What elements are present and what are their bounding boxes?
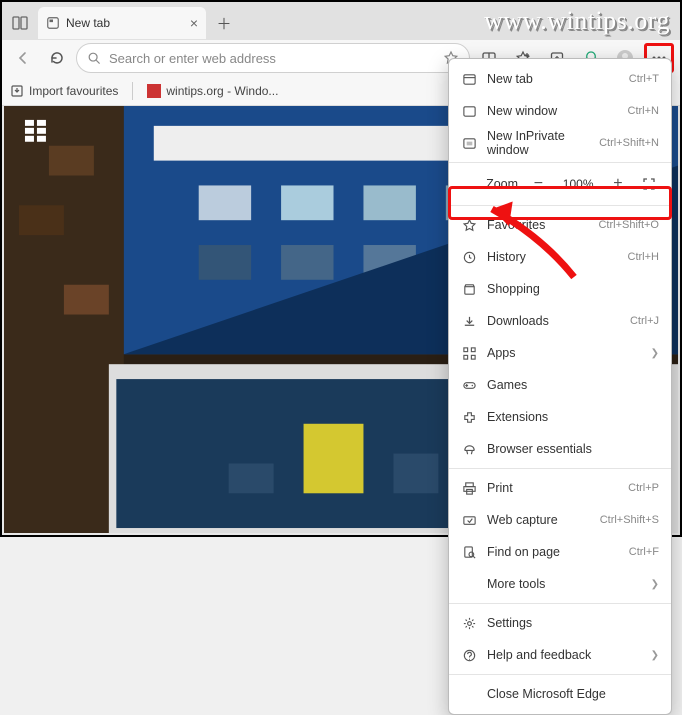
import-favourites-label: Import favourites bbox=[29, 84, 118, 98]
games-icon bbox=[461, 377, 477, 393]
menu-inprivate[interactable]: New InPrivate window Ctrl+Shift+N bbox=[449, 127, 671, 159]
menu-games-label: Games bbox=[487, 378, 659, 392]
menu-downloads-shortcut: Ctrl+J bbox=[630, 315, 659, 327]
zoom-in-button[interactable]: + bbox=[608, 173, 629, 195]
menu-close-edge-label: Close Microsoft Edge bbox=[487, 687, 659, 701]
extensions-icon bbox=[461, 409, 477, 425]
menu-new-window-label: New window bbox=[487, 104, 618, 118]
settings-icon bbox=[461, 615, 477, 631]
bookmarks-separator bbox=[132, 82, 133, 100]
menu-find-shortcut: Ctrl+F bbox=[629, 546, 659, 558]
menu-capture-label: Web capture bbox=[487, 513, 590, 527]
menu-print[interactable]: Print Ctrl+P bbox=[449, 472, 671, 504]
menu-zoom-row: Zoom − 100% + bbox=[449, 166, 671, 202]
essentials-icon bbox=[461, 441, 477, 457]
menu-print-shortcut: Ctrl+P bbox=[628, 482, 659, 494]
inprivate-icon bbox=[461, 135, 477, 151]
apps-icon bbox=[461, 345, 477, 361]
menu-extensions[interactable]: Extensions bbox=[449, 401, 671, 433]
newwindow-icon bbox=[461, 103, 477, 119]
favourites-menu-icon bbox=[461, 217, 477, 233]
import-favourites-button[interactable]: Import favourites bbox=[10, 84, 118, 98]
menu-downloads-label: Downloads bbox=[487, 314, 620, 328]
new-tab-button[interactable]: ＋ bbox=[210, 9, 238, 37]
menu-more-tools[interactable]: More tools ❯ bbox=[449, 568, 671, 600]
menu-favourites[interactable]: Favourites Ctrl+Shift+O bbox=[449, 209, 671, 241]
history-icon bbox=[461, 249, 477, 265]
menu-settings-label: Settings bbox=[487, 616, 659, 630]
newtab-icon bbox=[461, 71, 477, 87]
menu-new-tab-label: New tab bbox=[487, 72, 619, 86]
capture-icon bbox=[461, 512, 477, 528]
menu-essentials-label: Browser essentials bbox=[487, 442, 659, 456]
menu-separator bbox=[449, 603, 671, 604]
newtab-page-icon bbox=[46, 16, 60, 30]
menu-inprivate-shortcut: Ctrl+Shift+N bbox=[599, 137, 659, 149]
search-icon bbox=[87, 51, 101, 65]
address-placeholder: Search or enter web address bbox=[109, 51, 276, 66]
menu-games[interactable]: Games bbox=[449, 369, 671, 401]
fullscreen-button[interactable] bbox=[638, 173, 659, 195]
print-icon bbox=[461, 480, 477, 496]
menu-inprivate-label: New InPrivate window bbox=[487, 129, 589, 157]
zoom-pct: 100% bbox=[559, 177, 598, 191]
shopping-icon bbox=[461, 281, 477, 297]
chevron-right-icon: ❯ bbox=[651, 579, 659, 590]
tab-actions-icon[interactable] bbox=[6, 9, 34, 37]
menu-new-tab-shortcut: Ctrl+T bbox=[629, 73, 659, 85]
menu-find[interactable]: Find on page Ctrl+F bbox=[449, 536, 671, 568]
back-button[interactable] bbox=[8, 43, 38, 73]
chevron-right-icon: ❯ bbox=[651, 348, 659, 359]
wintips-favicon bbox=[147, 84, 161, 98]
menu-essentials[interactable]: Browser essentials bbox=[449, 433, 671, 465]
menu-new-window-shortcut: Ctrl+N bbox=[628, 105, 659, 117]
menu-new-tab[interactable]: New tab Ctrl+T bbox=[449, 63, 671, 95]
menu-capture[interactable]: Web capture Ctrl+Shift+S bbox=[449, 504, 671, 536]
menu-help-label: Help and feedback bbox=[487, 648, 641, 662]
settings-menu: New tab Ctrl+T New window Ctrl+N New InP… bbox=[448, 58, 672, 715]
menu-help[interactable]: Help and feedback ❯ bbox=[449, 639, 671, 671]
menu-shopping[interactable]: Shopping bbox=[449, 273, 671, 305]
menu-favourites-label: Favourites bbox=[487, 218, 588, 232]
zoom-out-button[interactable]: − bbox=[528, 173, 549, 195]
tab-bar: New tab × ＋ bbox=[2, 2, 680, 40]
import-icon bbox=[10, 84, 24, 98]
tab-title: New tab bbox=[66, 16, 110, 30]
browser-window: { "watermark": "www.wintips.org", "tab":… bbox=[0, 0, 682, 537]
menu-history-shortcut: Ctrl+H bbox=[628, 251, 659, 263]
bookmark-wintips-label: wintips.org - Windo... bbox=[166, 84, 278, 98]
menu-shopping-label: Shopping bbox=[487, 282, 659, 296]
menu-capture-shortcut: Ctrl+Shift+S bbox=[600, 514, 659, 526]
menu-close-edge[interactable]: Close Microsoft Edge bbox=[449, 678, 671, 710]
menu-print-label: Print bbox=[487, 481, 618, 495]
menu-separator bbox=[449, 468, 671, 469]
menu-separator bbox=[449, 162, 671, 163]
close-tab-icon[interactable]: × bbox=[190, 15, 198, 31]
menu-zoom-label: Zoom bbox=[486, 177, 518, 191]
menu-history[interactable]: History Ctrl+H bbox=[449, 241, 671, 273]
help-icon bbox=[461, 647, 477, 663]
menu-downloads[interactable]: Downloads Ctrl+J bbox=[449, 305, 671, 337]
menu-apps[interactable]: Apps ❯ bbox=[449, 337, 671, 369]
find-icon bbox=[461, 544, 477, 560]
address-bar[interactable]: Search or enter web address bbox=[76, 43, 470, 73]
chevron-right-icon: ❯ bbox=[651, 650, 659, 661]
menu-more-tools-label: More tools bbox=[487, 577, 641, 591]
browser-tab[interactable]: New tab × bbox=[38, 7, 206, 39]
menu-separator bbox=[449, 674, 671, 675]
menu-apps-label: Apps bbox=[487, 346, 641, 360]
menu-settings[interactable]: Settings bbox=[449, 607, 671, 639]
menu-find-label: Find on page bbox=[487, 545, 619, 559]
refresh-button[interactable] bbox=[42, 43, 72, 73]
menu-extensions-label: Extensions bbox=[487, 410, 659, 424]
menu-history-label: History bbox=[487, 250, 618, 264]
downloads-icon bbox=[461, 313, 477, 329]
menu-favourites-shortcut: Ctrl+Shift+O bbox=[598, 219, 659, 231]
menu-separator bbox=[449, 205, 671, 206]
bookmark-wintips[interactable]: wintips.org - Windo... bbox=[147, 84, 278, 98]
menu-new-window[interactable]: New window Ctrl+N bbox=[449, 95, 671, 127]
